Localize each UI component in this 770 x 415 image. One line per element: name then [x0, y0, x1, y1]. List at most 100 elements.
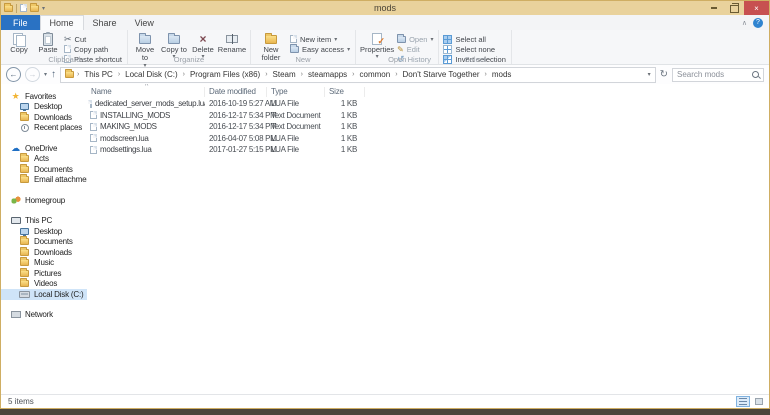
recent-locations-icon[interactable]: ▾ — [44, 71, 47, 78]
quick-access-toolbar: ▾ — [1, 4, 45, 13]
crumb-separator: › — [182, 71, 186, 78]
column-header-date-modified[interactable]: Date modified — [205, 87, 267, 97]
easy-access-icon — [290, 46, 299, 53]
sort-indicator-icon: ^ — [145, 84, 148, 90]
new-folder-icon — [265, 35, 277, 44]
help-icon[interactable]: ? — [753, 18, 763, 28]
column-header-size[interactable]: Size — [325, 87, 365, 97]
organize-group-label: Organize — [128, 55, 250, 64]
new-group-label: New — [251, 55, 355, 64]
tab-file[interactable]: File — [1, 15, 40, 30]
rename-button[interactable]: Rename — [219, 32, 245, 54]
clipboard-group-label: Clipboard — [2, 55, 127, 64]
sidebar-item-local-disk[interactable]: Local Disk (C:) — [1, 289, 87, 300]
crumb-separator: › — [264, 71, 268, 78]
new-item-dropdown-icon: ▾ — [334, 36, 337, 43]
crumb-separator: › — [484, 71, 488, 78]
search-input[interactable] — [677, 70, 752, 79]
sidebar-item-network[interactable]: Network — [1, 310, 87, 321]
copy-button[interactable]: Copy — [6, 32, 32, 54]
sidebar-item-desktop[interactable]: Desktop — [1, 102, 87, 113]
sidebar-item-homegroup[interactable]: Homegroup — [1, 195, 87, 206]
breadcrumb-steamapps[interactable]: steamapps — [306, 70, 349, 79]
copy-path-button[interactable]: Copy path — [64, 45, 122, 53]
easy-access-button[interactable]: Easy access ▾ — [290, 45, 350, 53]
cut-button[interactable]: ✂ Cut — [64, 35, 122, 43]
sidebar-item-music[interactable]: Music — [1, 258, 87, 269]
desktop-icon — [20, 228, 29, 235]
file-row[interactable]: dedicated_server_mods_setup.lua 2016-10-… — [87, 98, 769, 110]
sidebar-item-onedrive[interactable]: ☁OneDrive — [1, 143, 87, 154]
file-row[interactable]: MAKING_MODS 2016-12-17 5:34 PM Text Docu… — [87, 121, 769, 133]
select-none-button[interactable]: Select none — [443, 45, 505, 53]
column-header-type[interactable]: Type — [267, 87, 325, 97]
breadcrumb-program-files[interactable]: Program Files (x86) — [188, 70, 262, 79]
edit-button[interactable]: ✎ Edit — [397, 45, 433, 53]
sidebar-item-videos[interactable]: Videos — [1, 279, 87, 290]
minimize-button[interactable] — [704, 1, 724, 15]
videos-folder-icon — [20, 280, 29, 287]
tab-share[interactable]: Share — [84, 15, 126, 30]
new-item-icon — [290, 35, 297, 43]
paste-icon — [43, 33, 53, 46]
sidebar-item-favorites[interactable]: ★Favorites — [1, 91, 87, 102]
pictures-folder-icon — [20, 270, 29, 277]
sidebar-item-recent-places[interactable]: Recent places — [1, 123, 87, 134]
tab-view[interactable]: View — [126, 15, 163, 30]
taskbar-strip — [0, 409, 770, 415]
sidebar-item-pc-desktop[interactable]: Desktop — [1, 226, 87, 237]
crumb-separator: › — [76, 71, 80, 78]
sidebar-item-acts[interactable]: Acts — [1, 154, 87, 165]
open-button[interactable]: Open ▾ — [397, 35, 433, 43]
forward-button[interactable]: → — [25, 67, 40, 82]
qat-customize-icon[interactable]: ▾ — [42, 5, 45, 12]
sidebar-item-documents-onedrive[interactable]: Documents — [1, 164, 87, 175]
ribbon-group-new: New folder New item ▾ Easy access ▾ New — [251, 30, 356, 64]
explorer-app-icon — [4, 5, 13, 12]
restore-button[interactable] — [724, 1, 744, 15]
details-view-button[interactable] — [736, 396, 750, 407]
file-row[interactable]: INSTALLING_MODS 2016-12-17 5:34 PM Text … — [87, 110, 769, 122]
ribbon-group-organize: Move to ▾ Copy to ▾ × Delete ▾ Rename — [128, 30, 251, 64]
email-attachments-folder-icon — [20, 176, 29, 183]
file-row[interactable]: modscreen.lua 2016-04-07 5:08 PM LUA Fil… — [87, 133, 769, 145]
sidebar-item-pc-documents[interactable]: Documents — [1, 237, 87, 248]
copy-icon — [13, 33, 25, 46]
qat-new-folder-icon[interactable] — [30, 5, 39, 12]
breadcrumb-this-pc[interactable]: This PC — [82, 70, 114, 79]
tab-home[interactable]: Home — [40, 15, 84, 30]
file-row[interactable]: modsettings.lua 2017-01-27 5:15 PM LUA F… — [87, 144, 769, 156]
ribbon: Copy Paste ✂ Cut Copy path Paste sho — [1, 30, 769, 65]
breadcrumb-steam[interactable]: Steam — [271, 70, 298, 79]
sidebar-item-this-pc[interactable]: This PC — [1, 216, 87, 227]
sidebar-item-downloads[interactable]: Downloads — [1, 112, 87, 123]
qat-properties-icon[interactable] — [20, 4, 27, 12]
properties-icon: ✓ — [372, 33, 382, 45]
new-item-button[interactable]: New item ▾ — [290, 35, 350, 43]
sidebar-item-pc-downloads[interactable]: Downloads — [1, 247, 87, 258]
music-folder-icon — [20, 259, 29, 266]
breadcrumb-common[interactable]: common — [358, 70, 393, 79]
refresh-icon[interactable]: ↻ — [660, 69, 668, 80]
window-title: mods — [1, 3, 769, 13]
paste-button[interactable]: Paste — [35, 32, 61, 54]
sidebar-item-email-attachments[interactable]: Email attachments — [1, 175, 87, 186]
qat-separator — [16, 4, 17, 13]
address-dropdown-icon[interactable]: ▾ — [648, 71, 651, 78]
search-icon[interactable] — [752, 71, 759, 78]
breadcrumb-local-disk[interactable]: Local Disk (C:) — [123, 70, 179, 79]
up-button[interactable]: ↑ — [51, 69, 56, 80]
select-all-button[interactable]: Select all — [443, 35, 505, 43]
close-button[interactable]: × — [744, 1, 769, 15]
collapse-ribbon-icon[interactable]: ∧ — [742, 19, 747, 27]
thumbnails-view-button[interactable] — [752, 396, 766, 407]
column-headers: Name Date modified Type Size — [87, 85, 769, 98]
delete-icon: × — [199, 34, 206, 44]
file-icon — [90, 146, 97, 154]
breadcrumb-dont-starve-together[interactable]: Don't Starve Together — [401, 70, 482, 79]
file-list-pane: ^ Name Date modified Type Size dedicated… — [87, 84, 769, 394]
back-button[interactable]: ← — [6, 67, 21, 82]
sidebar-item-pictures[interactable]: Pictures — [1, 268, 87, 279]
breadcrumb-mods[interactable]: mods — [490, 70, 514, 79]
explorer-screen: ▾ mods × File Home Share View ∧ ? — [0, 0, 770, 415]
